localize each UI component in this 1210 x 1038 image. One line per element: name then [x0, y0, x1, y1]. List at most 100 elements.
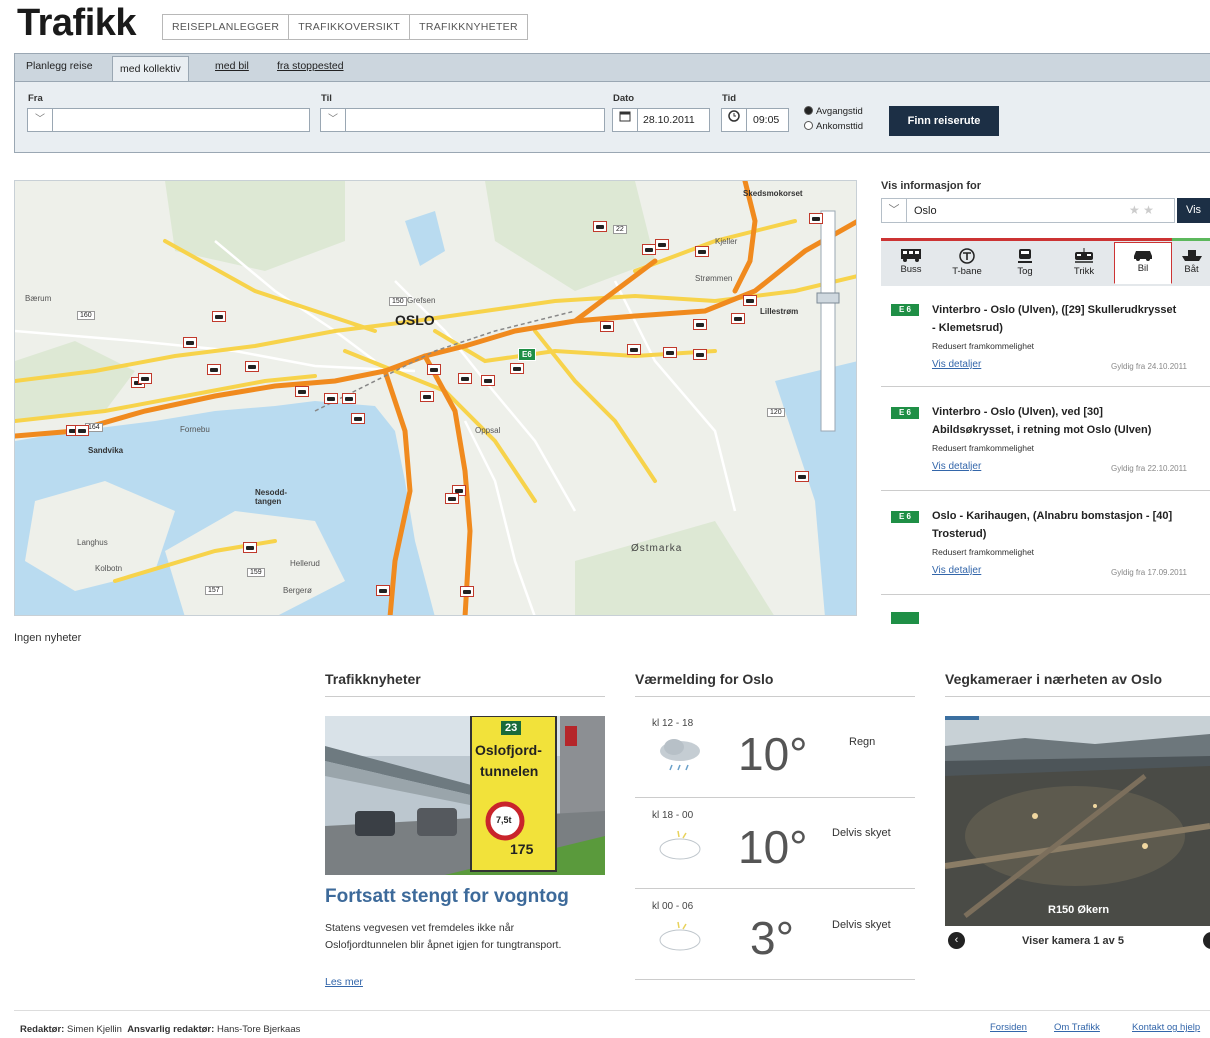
tab-bat[interactable]: Båt: [1173, 244, 1210, 284]
car-incident-icon[interactable]: [627, 344, 641, 355]
incident-date: Gyldig fra 22.10.2011: [1111, 464, 1187, 473]
news-image[interactable]: 23 Oslofjord- tunnelen 7,5t 175: [325, 716, 605, 875]
car-incident-icon[interactable]: [460, 586, 474, 597]
date-field[interactable]: 28.10.2011: [612, 108, 710, 132]
car-incident-icon[interactable]: [243, 542, 257, 553]
next-camera-icon[interactable]: [1203, 932, 1210, 949]
weather-temp: 3°: [750, 912, 794, 964]
car-incident-icon[interactable]: [795, 471, 809, 482]
weather-desc: Regn: [849, 736, 876, 748]
footer-link-forsiden[interactable]: Forsiden: [990, 1022, 1027, 1033]
tab-fra-stoppested[interactable]: fra stoppested: [277, 60, 344, 72]
footer-link-kontakt[interactable]: Kontakt og hjelp: [1132, 1022, 1200, 1033]
from-field[interactable]: ﹀: [27, 108, 310, 132]
tab-med-bil[interactable]: med bil: [215, 60, 249, 72]
cameras-heading: Vegkameraer i nærheten av Oslo: [945, 671, 1163, 687]
car-incident-icon[interactable]: [593, 221, 607, 232]
tram-icon: [1075, 248, 1093, 263]
details-link[interactable]: Vis detaljer: [932, 565, 981, 576]
tab-buss[interactable]: Buss: [883, 244, 939, 284]
previous-camera-icon[interactable]: ‹: [948, 932, 965, 949]
time-field[interactable]: 09:05: [721, 108, 789, 132]
clock-icon[interactable]: [722, 109, 747, 131]
date-label: Dato: [613, 93, 635, 104]
traffic-map[interactable]: OSLO E6 Kjeller Lillestrøm Sandvika Neso…: [14, 180, 857, 616]
car-incident-icon[interactable]: [642, 244, 656, 255]
car-incident-icon[interactable]: [458, 373, 472, 384]
car-incident-icon[interactable]: [731, 313, 745, 324]
incident-date: Gyldig fra 17.09.2011: [1111, 568, 1187, 577]
tab-bil[interactable]: Bil: [1114, 242, 1172, 284]
footer-link-om-trafikk[interactable]: Om Trafikk: [1054, 1022, 1100, 1033]
car-incident-icon[interactable]: [743, 295, 757, 306]
details-link[interactable]: Vis detaljer: [932, 461, 981, 472]
map-place-label: Fornebu: [180, 425, 210, 434]
car-incident-icon[interactable]: [510, 363, 524, 374]
map-place-label: Bergerø: [283, 586, 312, 595]
car-incident-icon[interactable]: [342, 393, 356, 404]
nav-trafikkoversikt[interactable]: TRAFIKKOVERSIKT: [289, 15, 411, 39]
find-route-button[interactable]: Finn reiserute: [889, 106, 999, 136]
radio-ankomsttid[interactable]: Ankomsttid: [804, 121, 863, 132]
news-body: Statens vegvesen vet fremdeles ikke når …: [325, 922, 562, 951]
to-field[interactable]: ﹀: [320, 108, 605, 132]
car-incident-icon[interactable]: [420, 391, 434, 402]
site-logo[interactable]: Trafikk: [17, 2, 137, 45]
car-incident-icon[interactable]: [427, 364, 441, 375]
car-incident-icon[interactable]: [481, 375, 495, 386]
map-place-label: Langhus: [77, 538, 108, 547]
car-incident-icon[interactable]: [295, 386, 309, 397]
read-more-link[interactable]: Les mer: [325, 976, 363, 988]
car-incident-icon[interactable]: [663, 347, 677, 358]
divider: [635, 888, 915, 889]
car-incident-icon[interactable]: [351, 413, 365, 424]
car-incident-icon[interactable]: [75, 425, 89, 436]
news-headline[interactable]: Fortsatt stengt for vogntog: [325, 886, 569, 908]
nav-reiseplanlegger[interactable]: REISEPLANLEGGER: [163, 15, 290, 39]
incident-status: Redusert framkommelighet: [932, 547, 1035, 557]
vis-button[interactable]: Vis: [1177, 198, 1210, 223]
chevron-down-icon[interactable]: ﹀: [28, 109, 53, 131]
divider: [14, 1010, 1210, 1011]
tab-t-bane[interactable]: T-bane: [939, 244, 995, 284]
camera-image[interactable]: R150 Økern: [945, 716, 1210, 926]
car-incident-icon[interactable]: [138, 373, 152, 384]
tab-med-kollektiv[interactable]: med kollektiv: [112, 56, 189, 81]
car-incident-icon[interactable]: [245, 361, 259, 372]
sign-line: Oslofjord-: [475, 742, 542, 758]
map-place-label: Skedsmokorset: [743, 189, 803, 198]
tab-trikk[interactable]: Trikk: [1056, 244, 1112, 284]
planner-title: Planlegg reise: [26, 60, 93, 72]
car-incident-icon[interactable]: [693, 319, 707, 330]
chevron-down-icon[interactable]: ﹀: [321, 109, 346, 131]
radio-avgangstid[interactable]: Avgangstid: [804, 106, 863, 117]
map-road-number: 22: [613, 225, 627, 234]
location-select[interactable]: ﹀ Oslo ★ ★: [881, 198, 1175, 223]
car-incident-icon[interactable]: [655, 239, 669, 250]
car-incident-icon[interactable]: [212, 311, 226, 322]
car-incident-icon[interactable]: [445, 493, 459, 504]
divider: [881, 594, 1210, 595]
car-incident-icon[interactable]: [183, 337, 197, 348]
car-incident-icon[interactable]: [324, 393, 338, 404]
cloud-rain-icon: [660, 739, 700, 771]
car-incident-icon[interactable]: [600, 321, 614, 332]
chevron-down-icon[interactable]: ﹀: [882, 199, 907, 222]
car-incident-icon[interactable]: [207, 364, 221, 375]
star-icon[interactable]: ★ ★: [1129, 203, 1154, 217]
car-incident-icon[interactable]: [695, 246, 709, 257]
tab-tog[interactable]: Tog: [997, 244, 1053, 284]
incident-title[interactable]: Vinterbro - Oslo (Ulven), ([29] Skulleru…: [932, 301, 1210, 337]
details-link[interactable]: Vis detaljer: [932, 359, 981, 370]
incident-title[interactable]: Vinterbro - Oslo (Ulven), ved [30] Abilds…: [932, 403, 1210, 439]
car-incident-icon[interactable]: [693, 349, 707, 360]
car-incident-icon[interactable]: [809, 213, 823, 224]
car-incident-icon[interactable]: [376, 585, 390, 596]
incident-list: E 6 Vinterbro - Oslo (Ulven), ([29] Skul…: [881, 287, 1210, 624]
nav-trafikknyheter[interactable]: TRAFIKKNYHETER: [410, 15, 527, 39]
calendar-icon[interactable]: [613, 109, 638, 131]
map-place-label: Bærum: [25, 294, 52, 303]
incident-title[interactable]: Oslo - Karihaugen, (Alnabru bomstasjon -…: [932, 507, 1210, 543]
road-badge: E 6: [891, 511, 919, 523]
weather-temp: 10°: [738, 821, 808, 873]
